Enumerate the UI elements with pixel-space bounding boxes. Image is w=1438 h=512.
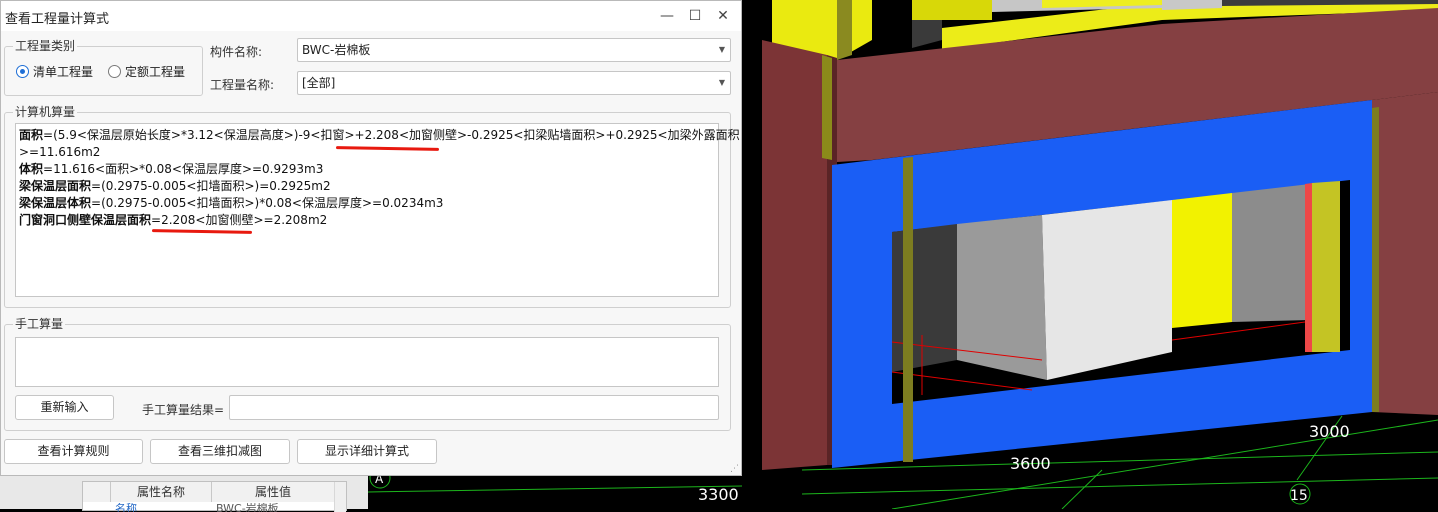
dialog-title: 查看工程量计算式 [5,12,110,27]
axis-label-a: A [375,476,384,486]
calc-formula-text: 面积=(5.9<保温层原始长度>*3.12<保温层高度>)-9<扣窗>+2.20… [19,127,740,229]
manual-calc-legend: 手工算量 [13,316,66,332]
manual-result-label: 手工算量结果= [142,403,225,417]
calc-line: 门窗洞口侧壁保温层面积=2.208<加窗侧壁>=2.208m2 [19,213,328,227]
chevron-down-icon: ▼ [718,78,725,87]
radio-bill-label: 清单工程量 [33,65,94,79]
row-index-header [83,482,111,502]
3d-model-render: 15 3600 3000 [742,0,1438,510]
property-name-header: 属性名称 [111,482,212,502]
quantity-name-value: [全部] [302,76,336,90]
axis-label-15: 15 [1290,488,1308,504]
3d-viewport[interactable]: 15 3600 3000 [742,0,1438,510]
component-name-select[interactable]: BWC-岩棉板 ▼ [297,38,731,62]
quantity-name-label: 工程量名称: [210,78,275,92]
viewport-strip: A 3300 [367,467,743,509]
close-icon[interactable]: ✕ [712,6,734,26]
component-name-value: BWC-岩棉板 [302,43,371,57]
property-row-value: BWC-岩棉板 [216,503,279,512]
scrollbar[interactable] [334,482,346,512]
calc-line: 面积=(5.9<保温层原始长度>*3.12<保温层高度>)-9<扣窗>+2.20… [19,128,740,142]
calc-line: 体积=11.616<面积>*0.08<保温层厚度>=0.9293m3 [19,162,324,176]
radio-norm-quantity[interactable]: 定额工程量 [108,63,185,80]
radio-unselected-icon [108,65,121,78]
dimension-label-3300: 3300 [698,485,739,504]
computer-calc-legend: 计算机算量 [13,104,78,120]
component-name-label: 构件名称: [210,45,263,59]
maximize-icon[interactable]: ☐ [684,6,706,26]
calc-line: 梁保温层体积=(0.2975-0.005<扣墙面积>)*0.08<保温层厚度>=… [19,196,444,210]
property-value-header: 属性值 [212,482,335,502]
radio-selected-icon [16,65,29,78]
manual-result-field[interactable] [229,395,719,420]
dimension-label-3600: 3600 [1010,454,1051,473]
view-3d-deduction-button[interactable]: 查看三维扣减图 [150,439,290,464]
minimize-icon[interactable]: — [656,6,678,26]
show-detail-formula-button[interactable]: 显示详细计算式 [297,439,437,464]
property-row-name: 名称 [115,503,137,512]
radio-bill-quantity[interactable]: 清单工程量 [16,63,93,80]
manual-formula-input[interactable] [15,337,719,387]
title-bar[interactable]: 查看工程量计算式 — ☐ ✕ [1,1,741,31]
calc-line: 梁保温层面积=(0.2975-0.005<扣墙面积>)=0.2925m2 [19,179,331,193]
chevron-down-icon: ▼ [718,45,725,54]
reenter-button[interactable]: 重新输入 [15,395,114,420]
quantity-name-select[interactable]: [全部] ▼ [297,71,731,95]
quantity-type-legend: 工程量类别 [13,38,78,54]
view-calc-rules-button[interactable]: 查看计算规则 [4,439,143,464]
grid-lines-lower: A [367,467,743,493]
dimension-label-3000: 3000 [1309,422,1350,441]
radio-norm-label: 定额工程量 [125,65,186,79]
table-row[interactable]: 名称 BWC-岩棉板 [83,503,346,512]
resize-grip-icon[interactable]: ⋰ [730,464,739,474]
property-table: 属性名称 属性值 名称 BWC-岩棉板 [82,481,347,512]
calculation-dialog: 查看工程量计算式 — ☐ ✕ 工程量类别 清单工程量 定额工程量 构件名称: B… [0,0,742,476]
